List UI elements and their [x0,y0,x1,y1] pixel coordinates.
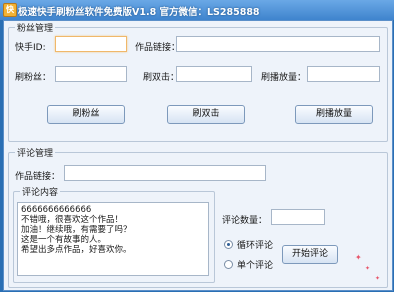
loop-comment-radio[interactable] [224,240,233,249]
window-title: 极速快手刷粉丝软件免费版V1.8 官方微信：LS285888 [18,7,260,18]
work-link-input[interactable] [176,36,380,52]
fans-group-label: 粉丝管理 [15,21,56,34]
comment-count-input[interactable] [271,209,325,225]
title-bar[interactable]: 快 极速快手刷粉丝软件免费版V1.8 官方微信：LS285888 [0,0,394,20]
fans-management-group: 粉丝管理 快手ID: 作品链接： 刷粉丝： 刷双击： 刷播放量： 刷粉丝 刷双击… [8,21,388,142]
comment-content-label: 评论内容 [20,185,61,198]
comment-group-label: 评论管理 [15,146,56,159]
fans-count-input[interactable] [55,66,127,82]
boost-double-click-button[interactable]: 刷双击 [167,105,245,124]
boost-fans-button[interactable]: 刷粉丝 [47,105,125,124]
app-icon: 快 [3,3,17,17]
play-count-input[interactable] [307,66,380,82]
kuaishou-id-label: 快手ID: [15,43,46,53]
double-click-input[interactable] [176,66,252,82]
comment-content-group: 评论内容 6666666666666 不错哦，很喜欢这个作品！ 加油！继续哦，有… [13,185,215,283]
comment-work-link-input[interactable] [64,165,266,181]
fans-count-label: 刷粉丝： [15,73,52,83]
single-comment-label: 单个评论 [237,261,274,271]
double-click-label: 刷双击： [143,73,180,83]
loop-comment-label: 循环评论 [237,241,274,251]
comment-count-label: 评论数量： [222,216,268,226]
comment-content-textarea[interactable]: 6666666666666 不错哦，很喜欢这个作品！ 加油！继续哦，有需要了吗？… [17,202,209,276]
sparkle-decoration: ✦ [375,275,381,282]
single-comment-radio[interactable] [224,260,233,269]
client-area: 粉丝管理 快手ID: 作品链接： 刷粉丝： 刷双击： 刷播放量： 刷粉丝 刷双击… [3,20,393,291]
comment-work-link-label: 作品链接： [15,172,61,182]
work-link-label: 作品链接： [135,43,181,53]
boost-play-count-button[interactable]: 刷播放量 [295,105,373,124]
kuaishou-id-input[interactable] [55,36,127,52]
sparkle-decoration: ✦ [365,265,371,272]
play-count-label: 刷播放量： [261,73,307,83]
start-comment-button[interactable]: 开始评论 [282,245,338,264]
sparkle-decoration: ✦ [355,253,362,262]
comment-management-group: 评论管理 作品链接： 评论内容 6666666666666 不错哦，很喜欢这个作… [8,146,388,288]
